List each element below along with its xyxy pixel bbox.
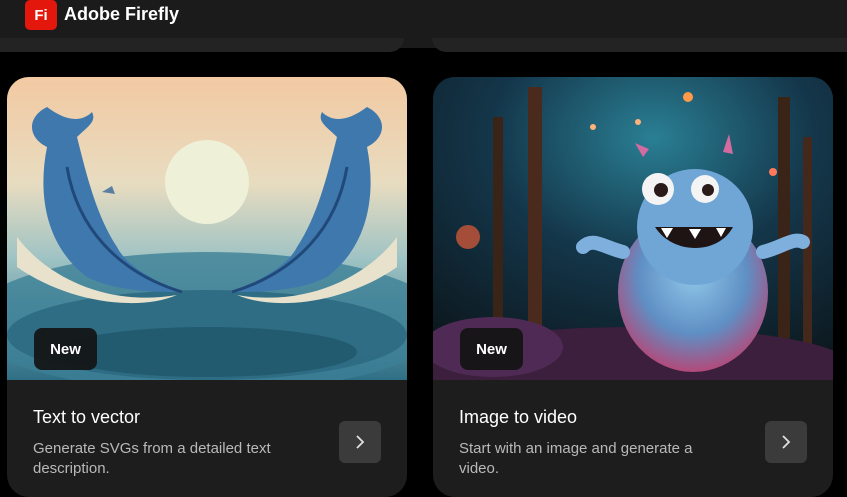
header-card-edge-right bbox=[432, 38, 847, 52]
chevron-right-icon bbox=[356, 435, 365, 449]
app-title[interactable]: Adobe Firefly bbox=[64, 4, 179, 25]
chevron-right-icon bbox=[782, 435, 791, 449]
firefly-logo-icon[interactable]: Fi bbox=[25, 0, 57, 30]
new-badge: New bbox=[34, 328, 97, 370]
new-badge: New bbox=[460, 328, 523, 370]
logo-text: Fi bbox=[34, 6, 48, 24]
card-title: Image to video bbox=[459, 407, 578, 427]
card-title: Text to vector bbox=[33, 407, 141, 427]
text-to-vector-card[interactable]: New Text to vector Generate SVGs from a … bbox=[7, 77, 407, 497]
image-to-video-card[interactable]: New Image to video Start with an image a… bbox=[433, 77, 833, 497]
open-text-to-vector-button[interactable] bbox=[339, 421, 381, 463]
open-image-to-video-button[interactable] bbox=[765, 421, 807, 463]
header-card-edge-left bbox=[0, 38, 404, 52]
card-description: Start with an image and generate a video… bbox=[459, 440, 693, 477]
card-description: Generate SVGs from a detailed text descr… bbox=[33, 440, 271, 477]
app-header: Fi Adobe Firefly bbox=[0, 0, 847, 52]
